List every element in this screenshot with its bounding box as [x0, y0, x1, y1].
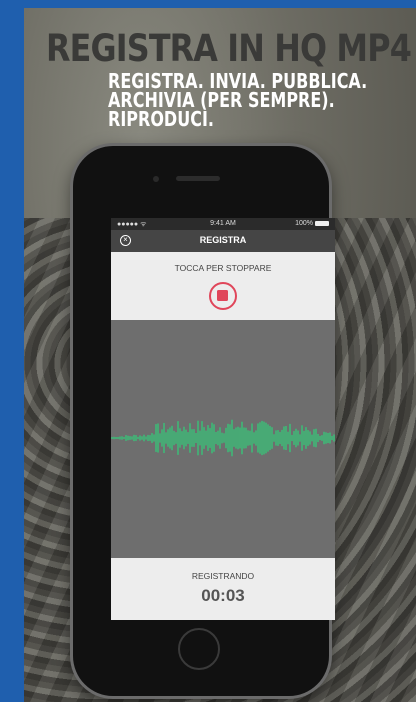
nav-bar: × REGISTRA — [111, 230, 335, 252]
recording-status-panel: REGISTRANDO 00:03 — [111, 558, 335, 620]
waveform-area — [111, 320, 335, 558]
stop-icon — [217, 290, 228, 301]
audio-waveform — [111, 419, 335, 457]
battery-indicator: 100% — [295, 220, 329, 227]
stop-instruction: TOCCA PER STOPPARE — [174, 263, 272, 273]
promo-subheadline: REGISTRA. INVIA. PUBBLICA. ARCHIVIA (PER… — [108, 71, 367, 131]
phone-camera — [153, 176, 159, 182]
phone-screen: ●●●●● ᯤ 9:41 AM 100% × REGISTRA TOCCA PE… — [111, 218, 335, 620]
battery-label: 100% — [295, 220, 313, 227]
battery-icon — [315, 220, 329, 226]
screen-title: REGISTRA — [199, 235, 247, 245]
home-button[interactable] — [178, 628, 220, 670]
elapsed-time: 00:03 — [201, 586, 245, 605]
stop-button[interactable] — [209, 282, 237, 310]
stop-panel[interactable]: TOCCA PER STOPPARE — [111, 252, 335, 320]
promo-subheadline-line: RIPRODUCI. — [108, 107, 214, 131]
phone-speaker — [176, 176, 220, 181]
promo-headline: REGISTRA IN HQ MP4 — [46, 27, 412, 70]
recording-state: REGISTRANDO — [191, 571, 255, 581]
status-bar: ●●●●● ᯤ 9:41 AM 100% — [111, 218, 335, 230]
